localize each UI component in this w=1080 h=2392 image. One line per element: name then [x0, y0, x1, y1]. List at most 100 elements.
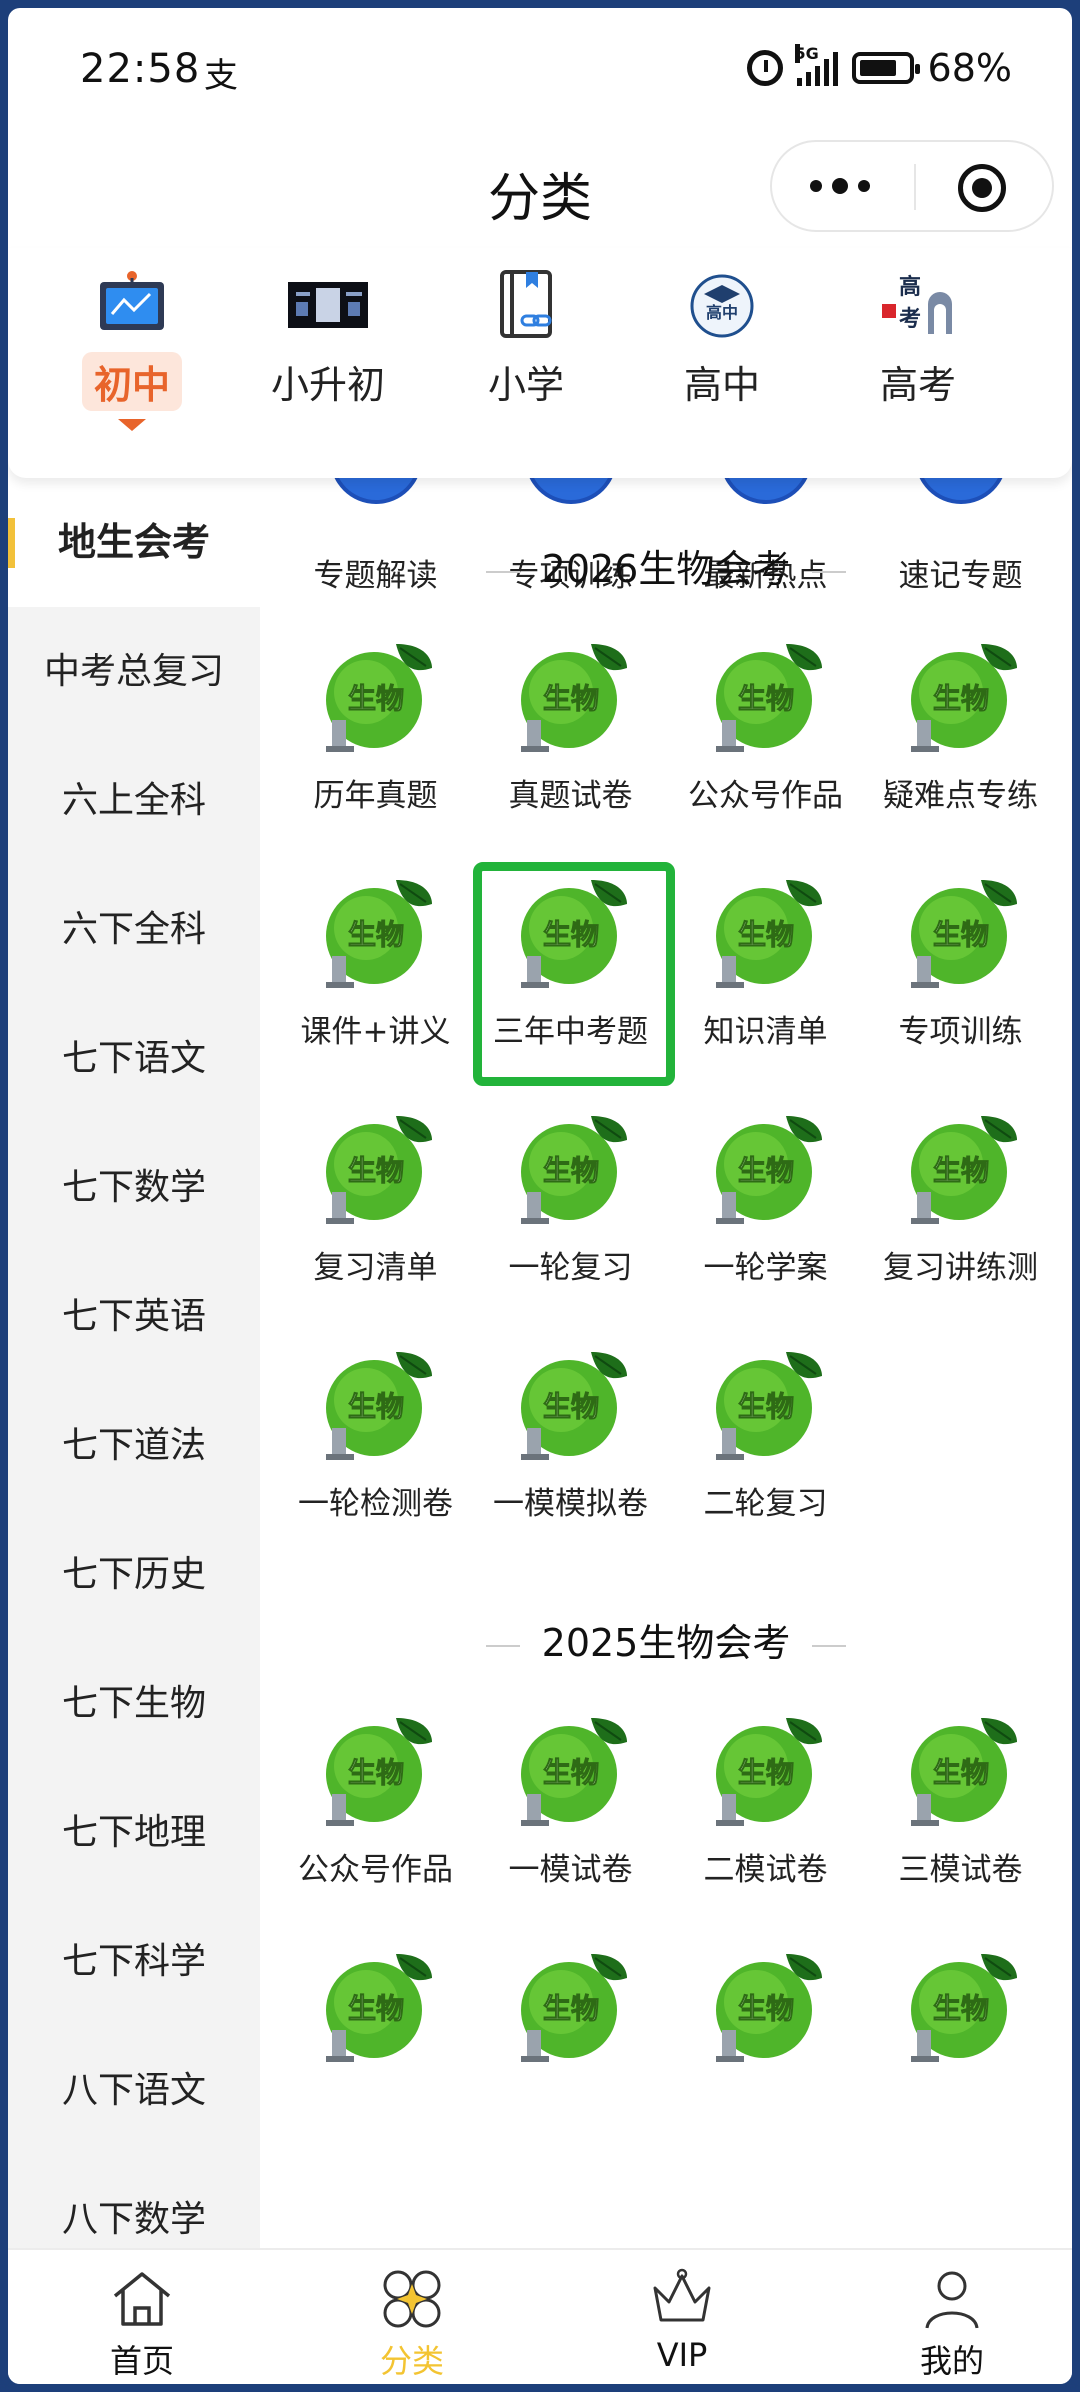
category-item-label: 二模试卷	[703, 1852, 828, 1888]
category-item-label: 复习清单	[313, 1250, 438, 1286]
tab-vip-label: VIP	[656, 2336, 708, 2374]
biology-thumbnail-icon: 生物	[314, 1110, 438, 1234]
category-item[interactable]: 生物 三模试卷	[863, 1712, 1058, 1889]
tab-gaozhong[interactable]: 高中 高中	[632, 268, 812, 411]
category-item-label: 疑难点专练	[883, 778, 1038, 814]
category-item[interactable]: 生物 复习清单	[278, 1110, 473, 1287]
topic-thumbnail-icon	[704, 478, 828, 542]
category-item[interactable]: 生物 一模试卷	[473, 1712, 668, 1889]
sidebar-item-6b-all[interactable]: 六下全科	[8, 865, 260, 994]
gaokao-badge-icon: 高 考	[876, 268, 960, 340]
category-item[interactable]: 生物 疑难点专练	[863, 638, 1058, 815]
sidebar-item-7b-chinese[interactable]: 七下语文	[8, 994, 260, 1123]
thumb-text: 生物	[737, 1390, 793, 1423]
sidebar-item-8b-math[interactable]: 八下数学	[8, 2155, 260, 2248]
thumb-text: 生物	[347, 1992, 403, 2025]
category-item[interactable]: 生物课件+讲义	[278, 874, 473, 1051]
sidebar-item-7b-biology[interactable]: 七下生物	[8, 1639, 260, 1768]
banner-icon	[286, 268, 370, 340]
sidebar-item-disheng-huikao[interactable]: 地生会考	[8, 478, 260, 607]
thumb-text: 生物	[932, 918, 988, 951]
active-tab-arrow-icon	[118, 419, 146, 431]
signal-icon: 5G	[794, 44, 838, 86]
sidebar-item-7b-english[interactable]: 七下英语	[8, 1252, 260, 1381]
section-title: 2026生物会考	[260, 538, 1072, 593]
category-item[interactable]: 生物 专项训练	[863, 874, 1058, 1051]
biology-thumbnail-icon: 生物	[314, 874, 438, 998]
title-divider	[485, 570, 520, 573]
target-close-icon[interactable]	[958, 164, 1006, 212]
biology-thumbnail-icon: 生物	[509, 1712, 633, 1836]
category-item[interactable]: 生物 一轮检测卷	[278, 1346, 473, 1523]
selected-item-highlight	[473, 862, 675, 1086]
thumb-text: 生物	[932, 1154, 988, 1187]
topic-thumbnail-icon	[314, 478, 438, 542]
category-item[interactable]: 生物 公众号作品	[278, 1712, 473, 1889]
sidebar-item-7b-math[interactable]: 七下数学	[8, 1123, 260, 1252]
category-item[interactable]: 生物 一轮学案	[668, 1110, 863, 1287]
subject-sidebar: 地生会考 中考总复习 六上全科 六下全科 七下语文 七下数学 七下英语 七下道法…	[8, 478, 260, 2248]
thumb-text: 生物	[932, 1756, 988, 1789]
tab-gaokao[interactable]: 高 考 高考	[828, 268, 1008, 411]
category-item[interactable]: 生物 一轮复习	[473, 1110, 668, 1287]
sidebar-item-7b-geography[interactable]: 七下地理	[8, 1768, 260, 1897]
category-item-label: 公众号作品	[688, 778, 843, 814]
thumb-text: 生物	[932, 682, 988, 715]
biology-thumbnail-icon: 生物	[314, 1948, 438, 2072]
category-item[interactable]: 生物 公众号作品	[668, 638, 863, 815]
tab-category-label: 分类	[379, 2342, 444, 2380]
category-item[interactable]: 生物	[278, 1948, 473, 2080]
category-item[interactable]: 生物	[863, 1948, 1058, 2080]
category-item-label: 课件+讲义	[300, 1014, 451, 1050]
tab-xiaoshengchu[interactable]: 小升初	[238, 268, 418, 411]
category-item[interactable]: 生物 一模模拟卷	[473, 1346, 668, 1523]
category-item-label: 知识清单	[703, 1014, 828, 1050]
category-item-label: 三模试卷	[898, 1852, 1023, 1888]
more-dots-icon[interactable]	[810, 170, 910, 202]
tab-label: 初中	[81, 352, 182, 411]
thumb-text: 生物	[347, 918, 403, 951]
tab-chuzhong[interactable]: 初中	[42, 268, 222, 431]
sidebar-item-zhongkao-review[interactable]: 中考总复习	[8, 607, 260, 736]
category-item[interactable]: 生物 复习讲练测	[863, 1110, 1058, 1287]
category-item-label: 一模模拟卷	[493, 1486, 648, 1522]
mini-program-capsule	[770, 140, 1054, 232]
thumb-text: 生物	[347, 1756, 403, 1789]
tab-xiaoxue[interactable]: 小学	[436, 268, 616, 411]
category-item[interactable]: 生物	[668, 1948, 863, 2080]
tab-label: 小升初	[270, 363, 385, 407]
tab-home-label: 首页	[109, 2342, 174, 2380]
topic-thumbnail-icon	[899, 478, 1023, 542]
thumb-text: 生物	[737, 1756, 793, 1789]
category-item[interactable]: 生物 二轮复习	[668, 1346, 863, 1523]
sidebar-item-7b-science[interactable]: 七下科学	[8, 1897, 260, 2026]
thumb-text: 生物	[542, 1154, 598, 1187]
category-item[interactable]: 生物 知识清单	[668, 874, 863, 1051]
sidebar-item-8b-chinese[interactable]: 八下语文	[8, 2026, 260, 2155]
category-item[interactable]: 生物 真题试卷	[473, 638, 668, 815]
battery-icon	[851, 52, 920, 84]
sidebar-item-7b-history[interactable]: 七下历史	[8, 1510, 260, 1639]
tab-category[interactable]: 分类	[322, 2264, 502, 2382]
topic-thumbnail-icon	[509, 478, 633, 542]
category-item-label: 一轮复习	[508, 1250, 633, 1286]
tab-home[interactable]: 首页	[52, 2264, 232, 2382]
sidebar-item-7b-civics[interactable]: 七下道法	[8, 1381, 260, 1510]
category-item[interactable]: 生物 二模试卷	[668, 1712, 863, 1889]
status-bar: 22:58 支 5G 68%	[8, 8, 1072, 128]
status-right: 5G 68%	[746, 44, 1012, 90]
category-item[interactable]: 生物	[473, 1948, 668, 2080]
sidebar-item-6a-all[interactable]: 六上全科	[8, 736, 260, 865]
bottom-tab-bar: 首页 分类 VIP 我的	[8, 2248, 1072, 2384]
tab-mine[interactable]: 我的	[862, 2264, 1042, 2382]
title-divider	[812, 1644, 847, 1647]
biology-thumbnail-icon: 生物	[314, 638, 438, 762]
category-item-label: 复习讲练测	[883, 1250, 1038, 1286]
tab-label: 高考	[879, 363, 956, 407]
thumb-text: 生物	[542, 682, 598, 715]
category-item[interactable]: 生物 历年真题	[278, 638, 473, 815]
category-item-label: 二轮复习	[703, 1486, 828, 1522]
gaokao-badge-line1: 高	[899, 274, 921, 300]
home-icon	[107, 2264, 177, 2334]
tab-vip[interactable]: VIP	[592, 2264, 772, 2374]
